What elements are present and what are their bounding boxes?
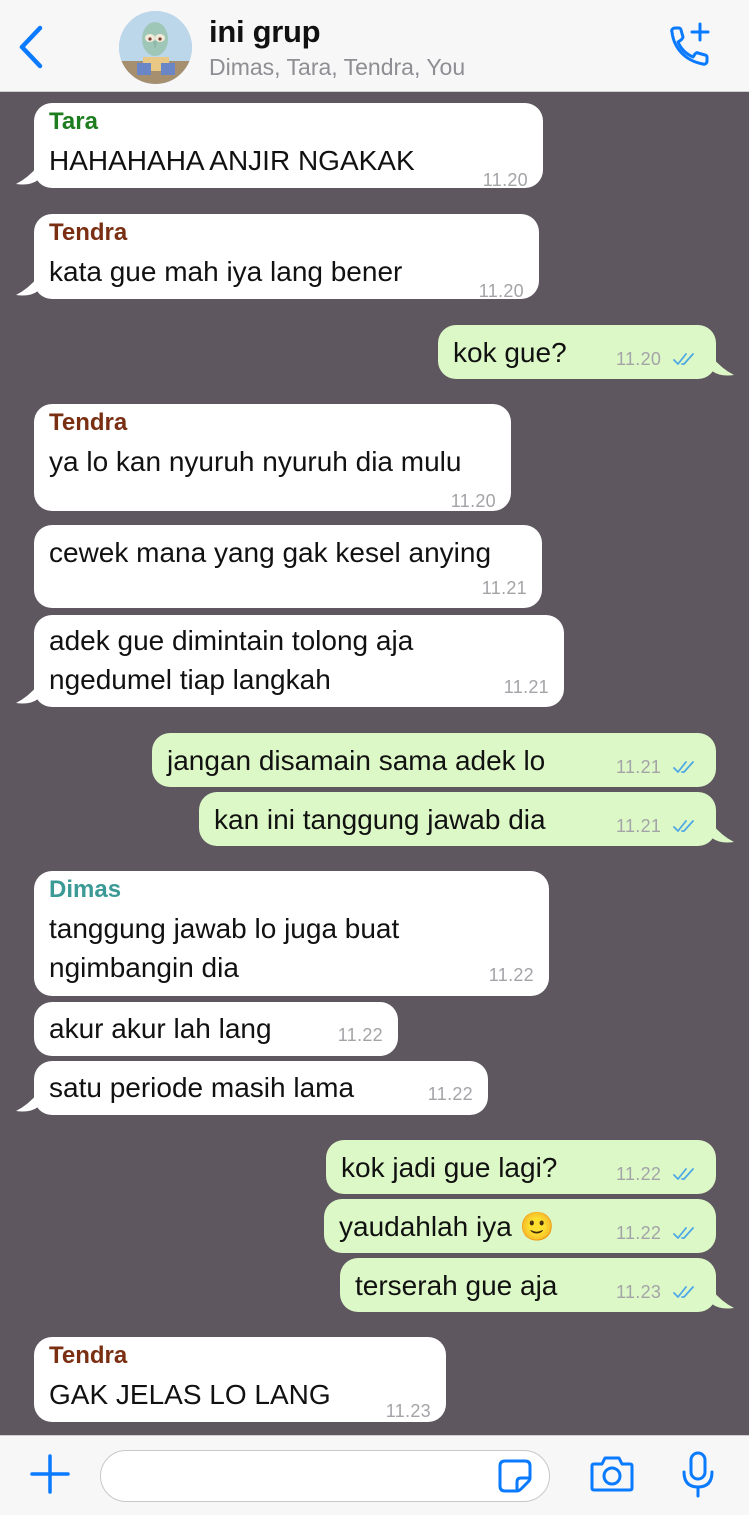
message-input[interactable] <box>119 1459 489 1493</box>
chat-header: ini grup Dimas, Tara, Tendra, You <box>0 0 749 92</box>
sender-name: Tendra <box>49 1342 128 1369</box>
message-bubble[interactable]: Dimas tanggung jawab lo juga buat ngimba… <box>34 871 549 996</box>
message-time: 11.21 <box>481 578 527 598</box>
add-call-button[interactable] <box>663 20 713 70</box>
message-bubble[interactable]: Tendra kata gue mah iya lang bener 11.20 <box>34 214 539 301</box>
sender-name: Tendra <box>49 409 128 436</box>
bubble-tail <box>16 685 38 704</box>
sticker-icon <box>498 1459 532 1493</box>
sender-name: Dimas <box>49 876 122 903</box>
message-time: 11.22 <box>427 1084 473 1104</box>
microphone-icon <box>682 1451 714 1498</box>
message-bubble[interactable]: Tendra ya lo kan nyuruh nyuruh dia mulu … <box>34 404 511 511</box>
message-bubble[interactable]: satu periode masih lama 11.22 <box>34 1061 488 1115</box>
message-text: tanggung jawab lo juga buat ngimbangin d… <box>49 913 400 983</box>
message-bubble[interactable]: akur akur lah lang 11.22 <box>34 1002 398 1056</box>
read-ticks-icon <box>673 820 694 832</box>
read-ticks-icon <box>673 761 694 773</box>
message-time: 11.20 <box>478 281 524 301</box>
message-text: GAK JELAS LO LANG <box>49 1379 331 1410</box>
back-button[interactable] <box>12 22 52 72</box>
message-text: jangan disamain sama adek lo <box>167 745 546 776</box>
message-time: 11.23 <box>616 1282 662 1302</box>
message-bubble[interactable]: Tendra GAK JELAS LO LANG 11.23 <box>34 1337 446 1422</box>
read-ticks-icon <box>673 1168 694 1180</box>
message-text: kok jadi gue lagi? <box>341 1152 558 1183</box>
message-time: 11.20 <box>482 170 528 190</box>
message-text: kan ini tanggung jawab dia <box>214 804 546 835</box>
message-time: 11.21 <box>616 816 662 836</box>
plus-icon <box>30 1454 70 1494</box>
message-text: HAHAHAHA ANJIR NGAKAK <box>49 145 415 176</box>
camera-button[interactable] <box>588 1452 636 1496</box>
message-bubble[interactable]: cewek mana yang gak kesel anying 11.21 <box>34 525 542 608</box>
bubble-tail <box>16 277 38 296</box>
bubble-tail <box>712 357 734 376</box>
message-time: 11.21 <box>503 677 549 697</box>
message-text: kok gue? <box>453 337 567 368</box>
message-list[interactable]: Tara HAHAHAHA ANJIR NGAKAK 11.20 Tendra … <box>0 92 749 1435</box>
attach-button[interactable] <box>28 1452 72 1496</box>
read-ticks-icon <box>673 1227 694 1239</box>
message-time: 11.22 <box>616 1164 662 1184</box>
message-text: terserah gue aja <box>355 1270 558 1301</box>
sender-name: Tendra <box>49 219 128 246</box>
message-text: kata gue mah iya lang bener <box>49 256 403 287</box>
group-avatar[interactable] <box>119 11 192 84</box>
message-bubble[interactable]: jangan disamain sama adek lo 11.21 <box>152 733 716 787</box>
message-time: 11.22 <box>337 1025 383 1045</box>
message-input-field[interactable] <box>100 1450 550 1502</box>
squidward-avatar-icon <box>119 11 192 84</box>
microphone-button[interactable] <box>680 1450 716 1500</box>
message-time: 11.20 <box>616 349 662 369</box>
message-bubble[interactable]: kan ini tanggung jawab dia 11.21 <box>199 792 716 846</box>
message-text: ya lo kan nyuruh nyuruh dia mulu <box>49 446 462 477</box>
message-text: yaudahlah iya 🙂 <box>339 1211 555 1242</box>
sender-name: Tara <box>49 108 98 135</box>
chevron-left-icon <box>19 25 43 69</box>
chat-title[interactable]: ini grup <box>209 14 321 50</box>
message-bubble[interactable]: kok jadi gue lagi? 11.22 <box>326 1140 716 1194</box>
message-bubble[interactable]: adek gue dimintain tolong aja ngedumel t… <box>34 615 564 707</box>
camera-icon <box>590 1456 634 1492</box>
read-ticks-icon <box>673 1286 694 1298</box>
bubble-tail <box>712 824 734 843</box>
sticker-button[interactable] <box>497 1458 533 1494</box>
message-time: 11.22 <box>488 965 534 985</box>
chat-participants[interactable]: Dimas, Tara, Tendra, You <box>209 54 465 81</box>
message-bubble[interactable]: yaudahlah iya 🙂 11.22 <box>324 1199 716 1253</box>
message-bubble[interactable]: Tara HAHAHAHA ANJIR NGAKAK 11.20 <box>34 103 543 190</box>
message-time: 11.20 <box>450 491 496 511</box>
message-text: cewek mana yang gak kesel anying <box>49 537 492 568</box>
message-time: 11.23 <box>385 1401 431 1421</box>
composer-bar <box>0 1435 749 1515</box>
read-ticks-icon <box>673 353 694 365</box>
bubble-tail <box>712 1290 734 1309</box>
message-time: 11.21 <box>616 757 662 777</box>
phone-plus-icon <box>670 22 710 66</box>
message-time: 11.22 <box>616 1223 662 1243</box>
message-text: akur akur lah lang <box>49 1013 272 1044</box>
message-text: adek gue dimintain tolong aja ngedumel t… <box>49 625 414 695</box>
message-text: satu periode masih lama <box>49 1072 355 1103</box>
message-bubble[interactable]: terserah gue aja 11.23 <box>340 1258 716 1312</box>
bubble-tail <box>16 166 38 185</box>
bubble-tail <box>16 1093 38 1112</box>
